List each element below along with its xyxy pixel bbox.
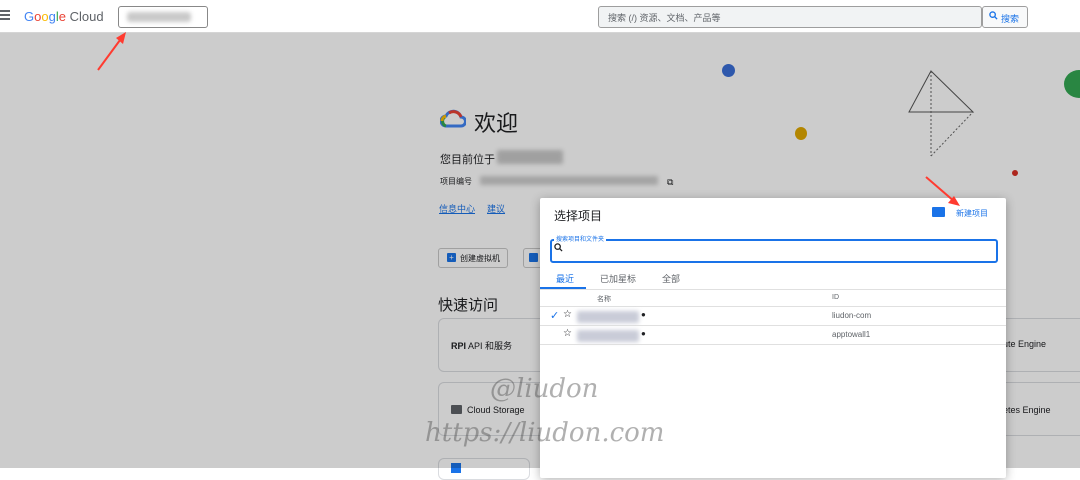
check-icon: ✓ — [550, 310, 560, 322]
help-icon: ● — [641, 329, 646, 338]
menu-icon[interactable] — [0, 10, 10, 22]
project-search-label: 搜索项目和文件夹 — [554, 234, 607, 243]
search-button[interactable]: 搜索 — [982, 6, 1028, 28]
search-icon — [554, 243, 563, 254]
tab-recent[interactable]: 最近 — [556, 272, 574, 285]
column-header-id: ID — [832, 294, 839, 301]
logo-google-text: Google — [24, 9, 66, 24]
star-icon[interactable]: ☆ — [563, 328, 572, 339]
logo-cloud-text: Cloud — [69, 9, 104, 24]
search-input[interactable]: 搜索 (/) 资源、文档、产品等 — [598, 6, 982, 28]
project-picker-button[interactable] — [118, 6, 208, 28]
new-folder-icon[interactable] — [932, 207, 945, 217]
search-placeholder: 搜索 (/) 资源、文档、产品等 — [608, 13, 721, 23]
project-name-redacted — [577, 311, 639, 323]
divider — [540, 289, 1006, 290]
search-button-label: 搜索 — [1001, 14, 1020, 24]
search-icon — [989, 11, 998, 22]
project-id: liudon-com — [832, 311, 872, 320]
watermark-url: https://liudon.com — [425, 418, 665, 448]
project-name-redacted — [577, 330, 639, 342]
new-project-button[interactable]: 新建项目 — [956, 208, 988, 219]
project-search-input[interactable] — [550, 239, 998, 263]
column-header-name: 名称 — [597, 296, 611, 303]
project-id: apptowall1 — [832, 330, 871, 339]
tab-all[interactable]: 全部 — [662, 272, 680, 285]
dialog-title: 选择项目 — [554, 209, 603, 223]
divider — [540, 344, 1006, 345]
tab-starred[interactable]: 已加星标 — [600, 272, 636, 285]
star-icon[interactable]: ☆ — [563, 309, 572, 320]
watermark-handle: @liudon — [490, 374, 599, 404]
google-cloud-logo[interactable]: Google Cloud — [24, 9, 104, 24]
help-icon: ● — [641, 310, 646, 319]
